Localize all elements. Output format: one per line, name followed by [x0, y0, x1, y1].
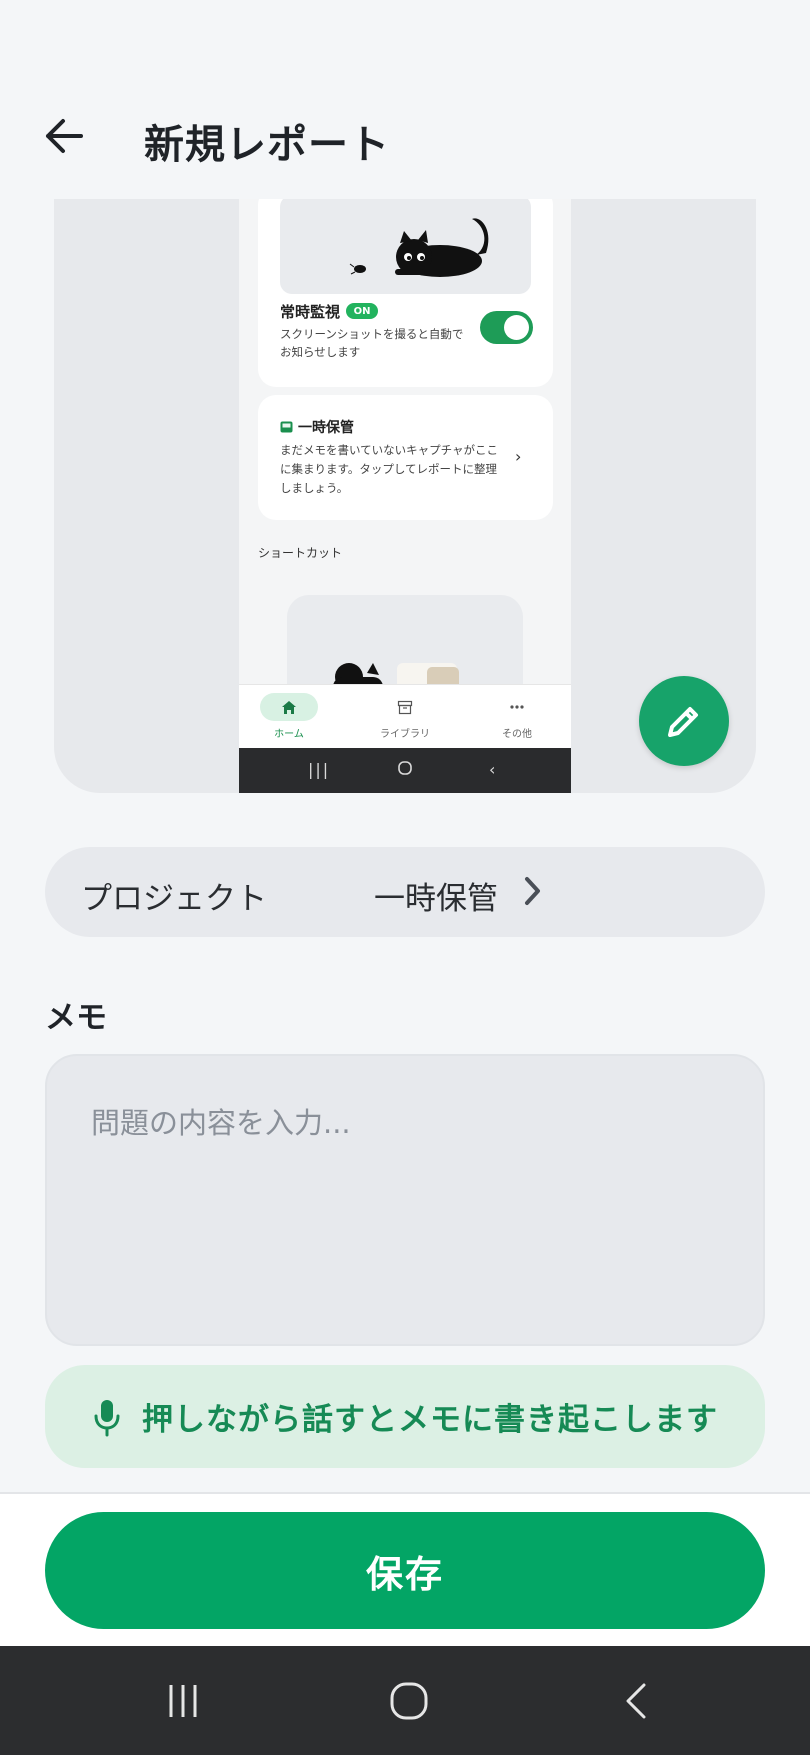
microphone-icon	[94, 1399, 120, 1436]
nav-more: その他	[477, 693, 557, 740]
monitor-title: 常時監視	[280, 303, 341, 321]
memo-label: メモ	[45, 1000, 107, 1036]
monitor-toggle	[480, 311, 533, 344]
voice-dictation-label: 押しながら話すとメモに書き起こします	[142, 1402, 718, 1438]
system-back-button[interactable]	[612, 1678, 662, 1724]
inbox-icon	[280, 421, 293, 433]
home-button[interactable]	[384, 1678, 434, 1724]
save-button-label: 保存	[366, 1552, 444, 1596]
chevron-right-icon	[525, 877, 540, 905]
back-chevron-icon	[626, 1683, 646, 1719]
back-chevron-icon: ‹	[489, 760, 496, 779]
home-icon	[282, 700, 296, 714]
pencil-icon	[668, 707, 698, 737]
system-nav-bar	[0, 1646, 810, 1755]
recent-apps-button[interactable]	[158, 1678, 208, 1724]
nav-home: ホーム	[249, 693, 329, 740]
on-badge: ON	[346, 303, 378, 319]
home-circle-icon	[390, 1682, 428, 1720]
chevron-right-icon: ›	[515, 447, 522, 466]
page-title: 新規レポート	[144, 122, 390, 168]
voice-dictation-button[interactable]: 押しながら話すとメモに書き起こします	[45, 1365, 765, 1468]
temp-storage-title: 一時保管	[298, 420, 354, 436]
temp-storage-card: 一時保管 まだメモを書いていないキャプチャがここに集まります。タップしてレポート…	[258, 395, 553, 520]
project-selector[interactable]: プロジェクト 一時保管	[45, 847, 765, 937]
preview-system-bar: ||| ‹	[239, 748, 571, 793]
captured-screenshot: 常時監視 ON スクリーンショットを撮ると自動でお知らせします 一時保管 まだメ…	[239, 199, 571, 793]
shortcut-label: ショートカット	[258, 546, 343, 560]
home-circle-icon	[397, 760, 413, 780]
arrow-left-icon	[46, 119, 83, 153]
footer: 保存	[0, 1492, 810, 1646]
save-button[interactable]: 保存	[45, 1512, 765, 1629]
monitor-card: 常時監視 ON スクリーンショットを撮ると自動でお知らせします	[258, 199, 553, 387]
preview-bottom-nav: ホーム ライブラリ その他	[239, 684, 571, 748]
recents-icon	[169, 1685, 197, 1717]
recents-icon: |||	[308, 760, 331, 779]
back-button[interactable]	[40, 112, 88, 160]
archive-icon	[397, 700, 413, 714]
project-value: 一時保管	[374, 881, 498, 917]
nav-library: ライブラリ	[365, 693, 445, 740]
app-header: 新規レポート	[0, 0, 810, 200]
project-label: プロジェクト	[81, 881, 267, 917]
memo-input[interactable]	[45, 1054, 765, 1346]
monitor-description: スクリーンショットを撮ると自動でお知らせします	[280, 327, 464, 359]
more-icon	[510, 705, 524, 709]
temp-storage-description: まだメモを書いていないキャプチャがここに集まります。タップしてレポートに整理しま…	[280, 443, 499, 495]
edit-fab-button[interactable]	[639, 676, 729, 766]
cat-illustration	[280, 199, 531, 294]
